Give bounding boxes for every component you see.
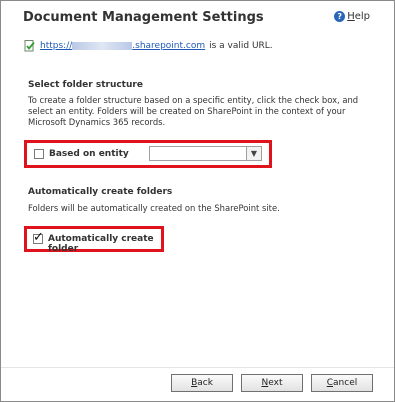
sharepoint-url-link[interactable]: https://.sharepoint.com xyxy=(40,41,205,51)
cancel-button[interactable]: Cancel xyxy=(311,374,373,392)
help-label: Help xyxy=(347,11,370,22)
help-icon: ? xyxy=(334,11,346,22)
back-button[interactable]: Back xyxy=(171,374,233,392)
auto-create-folder-checkbox[interactable]: ✓ xyxy=(33,230,44,245)
based-on-entity-highlight: Based on entity ▼ xyxy=(24,140,272,168)
url-valid-message: is a valid URL. xyxy=(209,41,273,51)
folder-structure-heading: Select folder structure xyxy=(28,80,143,90)
auto-folders-heading: Automatically create folders xyxy=(28,187,173,197)
document-management-settings-dialog: Document Management Settings ? Help http… xyxy=(0,0,395,402)
redacted-url-segment xyxy=(72,41,133,50)
checkmark-icon: ✓ xyxy=(33,230,44,245)
folder-structure-description: To create a folder structure based on a … xyxy=(28,95,359,127)
entity-select[interactable]: ▼ xyxy=(149,146,262,161)
url-validation-row: https://.sharepoint.com is a valid URL. xyxy=(24,40,273,52)
next-button[interactable]: Next xyxy=(241,374,303,392)
footer-divider xyxy=(1,367,394,368)
chevron-down-icon[interactable]: ▼ xyxy=(246,147,261,160)
based-on-entity-checkbox[interactable] xyxy=(34,149,44,159)
auto-create-folder-highlight: ✓ Automatically create folder xyxy=(24,226,164,254)
auto-create-folder-label: Automatically create folder xyxy=(48,234,154,254)
based-on-entity-label: Based on entity xyxy=(49,149,129,159)
dialog-title: Document Management Settings xyxy=(23,10,264,25)
auto-folders-description: Folders will be automatically created on… xyxy=(28,203,280,213)
valid-url-check-icon xyxy=(24,40,35,52)
help-link[interactable]: ? Help xyxy=(334,11,370,22)
